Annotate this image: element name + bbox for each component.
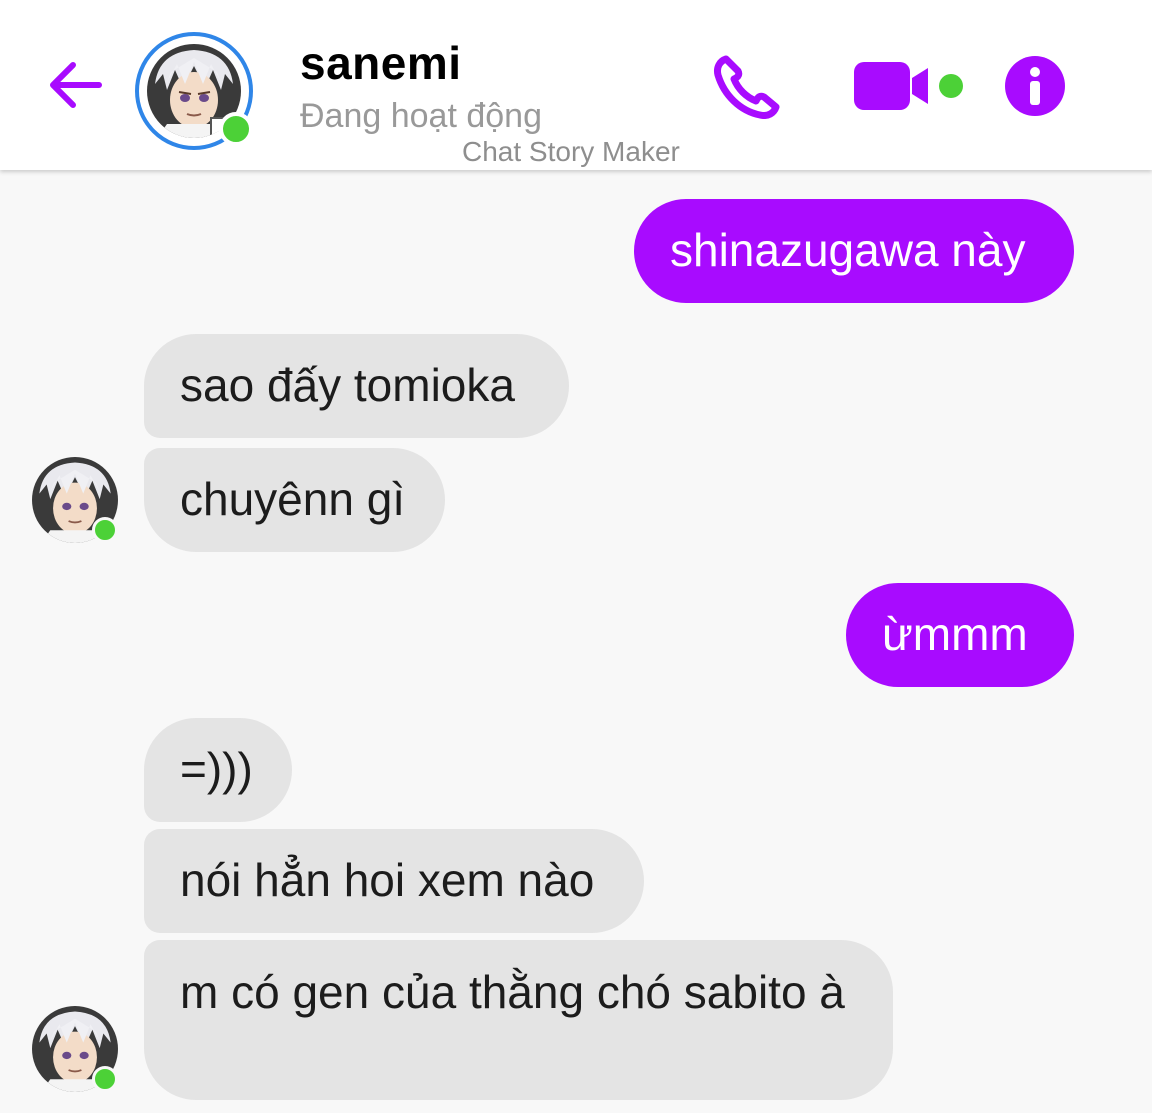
call-button[interactable] xyxy=(712,55,780,119)
contact-avatar[interactable] xyxy=(135,32,253,150)
incoming-message[interactable]: chuyênn gì xyxy=(144,448,445,552)
phone-icon xyxy=(714,55,780,119)
watermark: Chat Story Maker xyxy=(462,136,680,167)
incoming-message[interactable]: m có gen của thằng chó sabito à xyxy=(144,940,893,1100)
outgoing-message[interactable]: shinazugawa này xyxy=(634,199,1074,303)
online-indicator xyxy=(219,112,253,146)
chat-header: sanemi Đang hoạt động Chat Story Maker xyxy=(0,0,1152,170)
chat-screen: sanemi Đang hoạt động Chat Story Maker s… xyxy=(0,0,1152,1113)
incoming-message[interactable]: nói hẳn hoi xem nào xyxy=(144,829,644,933)
sender-avatar[interactable] xyxy=(32,1006,118,1092)
online-indicator xyxy=(92,1066,118,1092)
contact-name[interactable]: sanemi xyxy=(300,36,462,90)
back-button[interactable] xyxy=(40,50,110,120)
sender-avatar[interactable] xyxy=(32,457,118,543)
video-camera-icon xyxy=(854,62,928,110)
info-icon xyxy=(1005,56,1065,116)
active-status: Đang hoạt động xyxy=(300,97,542,135)
incoming-message[interactable]: =))) xyxy=(144,718,292,822)
back-arrow-icon xyxy=(50,62,102,108)
incoming-message[interactable]: sao đấy tomioka xyxy=(144,334,569,438)
video-call-button[interactable] xyxy=(852,60,932,112)
video-active-dot xyxy=(939,74,963,98)
info-button[interactable] xyxy=(1004,55,1066,117)
online-indicator xyxy=(92,517,118,543)
outgoing-message[interactable]: ừmmm xyxy=(846,583,1074,687)
